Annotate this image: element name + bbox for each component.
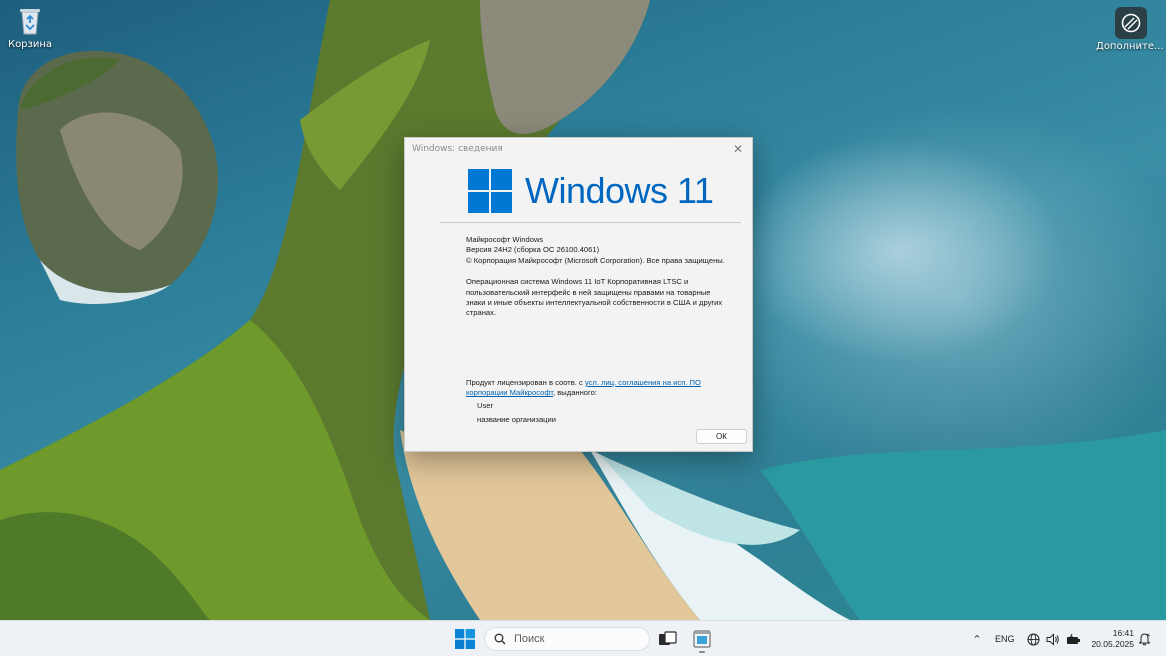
clock[interactable]: 16:41 20.05.2025 [1088,621,1134,656]
desktop-icon-label: Корзина [7,39,53,50]
about-window-app-icon [693,630,711,648]
about-windows-dialog: Windows: сведения ✕ Windows 11 Майкрософ… [404,137,753,452]
desktop-icon-recycle-bin[interactable]: Корзина [0,5,60,51]
search-icon [494,633,506,645]
licensed-user: User [477,401,494,410]
clock-date: 20.05.2025 [1091,639,1134,649]
ok-button[interactable]: ОК [696,429,747,444]
license-prefix: Продукт лицензирован в соотв. с [466,378,585,387]
dialog-title: Windows: сведения [412,144,503,154]
network-globe-icon [1027,633,1040,645]
search-placeholder: Поиск [514,633,545,645]
volume-icon [1046,632,1059,646]
windows-logo-icon [468,169,512,213]
taskbar: Поиск ⌃ ENG 16:41 20.05.2025 [0,620,1166,656]
notifications-button[interactable] [1139,621,1150,656]
chevron-up-icon: ⌃ [972,632,982,646]
divider [440,222,741,223]
task-view-icon [659,631,677,645]
input-language-indicator[interactable]: ENG [995,621,1015,656]
product-name: Майкрософт Windows [466,235,544,244]
copyright-line: © Корпорация Майкрософт (Microsoft Corpo… [466,255,725,265]
windows-start-icon [455,629,475,649]
taskbar-search-box[interactable]: Поиск [484,627,650,651]
version-info: Майкрософт Windows Версия 24H2 (сборка О… [466,235,728,319]
license-text: Продукт лицензирован в соотв. с усл. лиц… [466,378,728,399]
bell-icon [1139,632,1150,645]
licensed-organization: название организации [477,415,556,424]
taskbar-app-about-windows[interactable] [692,629,712,653]
running-indicator [699,651,705,653]
show-hidden-icons-button[interactable]: ⌃ [969,621,985,656]
close-icon[interactable]: ✕ [731,142,745,156]
system-tray-icons[interactable] [1027,621,1081,656]
desktop-icon-extra-info[interactable]: Дополните... сведения о... [1096,7,1166,53]
license-suffix: , выданного: [553,388,597,398]
battery-icon [1067,633,1080,644]
dialog-titlebar[interactable]: Windows: сведения ✕ [405,138,752,160]
clock-time: 16:41 [1112,628,1134,638]
task-view-button[interactable] [657,629,677,649]
start-button[interactable] [455,629,475,649]
extra-info-icon [1115,7,1147,39]
version-line: Версия 24H2 (сборка ОС 26100.4061) [466,245,600,255]
desktop-icon-label: Дополните... сведения о... [1096,41,1166,52]
windows-wordmark: Windows 11 [525,170,714,211]
windows-logo: Windows 11 [468,169,714,213]
description-text: Операционная система Windows 11 IoT Корп… [466,277,723,318]
recycle-bin-icon [14,5,46,37]
